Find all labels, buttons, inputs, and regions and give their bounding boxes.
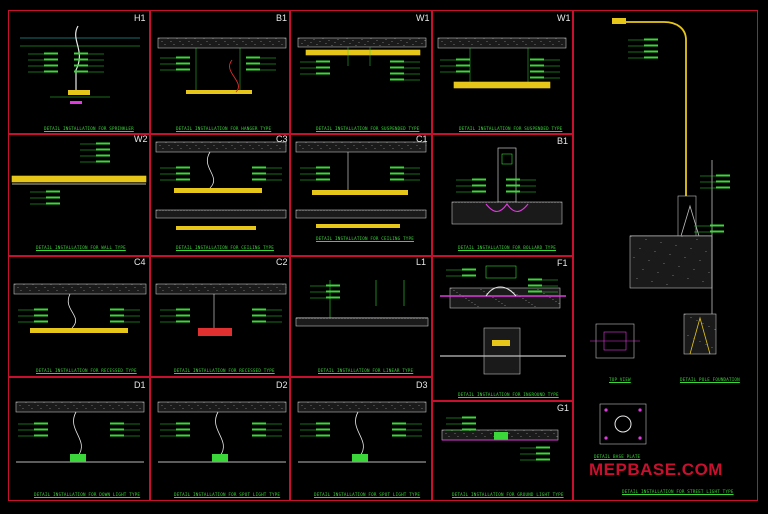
detail-tag: B1 — [276, 13, 288, 23]
detail-tag: G1 — [557, 403, 570, 413]
watermark-logo: MEPBASE.COM — [589, 460, 723, 479]
detail-cell-h1 — [8, 10, 150, 134]
detail-tag: C2 — [276, 257, 288, 267]
detail-caption: DETAIL INSTALLATION FOR CEILING TYPE — [176, 245, 274, 250]
base-plate-caption: DETAIL BASE PLATE — [594, 454, 641, 459]
detail-cell-c3 — [150, 134, 290, 256]
detail-cell-c2 — [150, 256, 290, 377]
detail-caption: DETAIL INSTALLATION FOR SPRINKLER — [44, 126, 134, 131]
detail-cell-w2 — [8, 134, 150, 256]
detail-cell-c4 — [8, 256, 150, 377]
detail-cell-w1-b — [432, 10, 573, 134]
detail-caption: DETAIL INSTALLATION FOR SUSPENDED TYPE — [316, 126, 420, 131]
detail-cell-b1-hanger — [150, 10, 290, 134]
detail-caption: DETAIL INSTALLATION FOR RECESSED TYPE — [174, 368, 275, 373]
detail-caption: DETAIL INSTALLATION FOR GROUND LIGHT TYP… — [452, 492, 564, 497]
detail-tag: D2 — [276, 380, 288, 390]
detail-cell-f1 — [432, 256, 573, 401]
detail-cell-d1 — [8, 377, 150, 501]
detail-cell-w1-a — [290, 10, 432, 134]
detail-caption: DETAIL INSTALLATION FOR CEILING TYPE — [316, 236, 414, 241]
detail-cell-g1 — [432, 401, 573, 501]
detail-caption: DETAIL INSTALLATION FOR RECESSED TYPE — [36, 368, 137, 373]
detail-cell-d3 — [290, 377, 432, 501]
detail-caption: DETAIL INSTALLATION FOR BOLLARD TYPE — [458, 245, 556, 250]
detail-tag: W2 — [134, 134, 148, 144]
detail-caption: DETAIL INSTALLATION FOR SUSPENDED TYPE — [459, 126, 563, 131]
detail-cell-d2 — [150, 377, 290, 501]
detail-tag: D3 — [416, 380, 428, 390]
detail-caption: DETAIL INSTALLATION FOR HANGER TYPE — [176, 126, 272, 131]
detail-tag: W1 — [416, 13, 430, 23]
detail-tag: L1 — [416, 257, 427, 267]
detail-tag: H1 — [134, 13, 146, 23]
detail-tag: B1 — [557, 136, 569, 146]
detail-tag: C3 — [276, 134, 288, 144]
detail-tag: C4 — [134, 257, 146, 267]
detail-tag: C1 — [416, 134, 428, 144]
detail-caption: DETAIL INSTALLATION FOR INGROUND TYPE — [458, 392, 559, 397]
detail-cell-l1 — [290, 256, 432, 377]
detail-tag: F1 — [557, 258, 568, 268]
detail-cell-street-light — [573, 10, 758, 501]
pole-foundation-caption: DETAIL POLE FOUNDATION — [680, 377, 740, 382]
detail-cell-b1-bollard — [432, 134, 573, 256]
detail-tag: D1 — [134, 380, 146, 390]
detail-caption: DETAIL INSTALLATION FOR LINEAR TYPE — [318, 368, 414, 373]
detail-tag: W1 — [557, 13, 571, 23]
detail-caption: DETAIL INSTALLATION FOR DOWN LIGHT TYPE — [34, 492, 141, 497]
drawing-sheet: H1 B1 W1 W1 W2 C3 C1 B1 C4 C2 L1 F1 D1 D… — [0, 0, 768, 514]
detail-caption: DETAIL INSTALLATION FOR SPOT LIGHT TYPE — [314, 492, 421, 497]
detail-caption: DETAIL INSTALLATION FOR STREET LIGHT TYP… — [622, 489, 734, 494]
detail-caption: DETAIL INSTALLATION FOR WALL TYPE — [36, 245, 126, 250]
top-view-caption: TOP VIEW — [609, 377, 631, 382]
detail-caption: DETAIL INSTALLATION FOR SPOT LIGHT TYPE — [174, 492, 281, 497]
